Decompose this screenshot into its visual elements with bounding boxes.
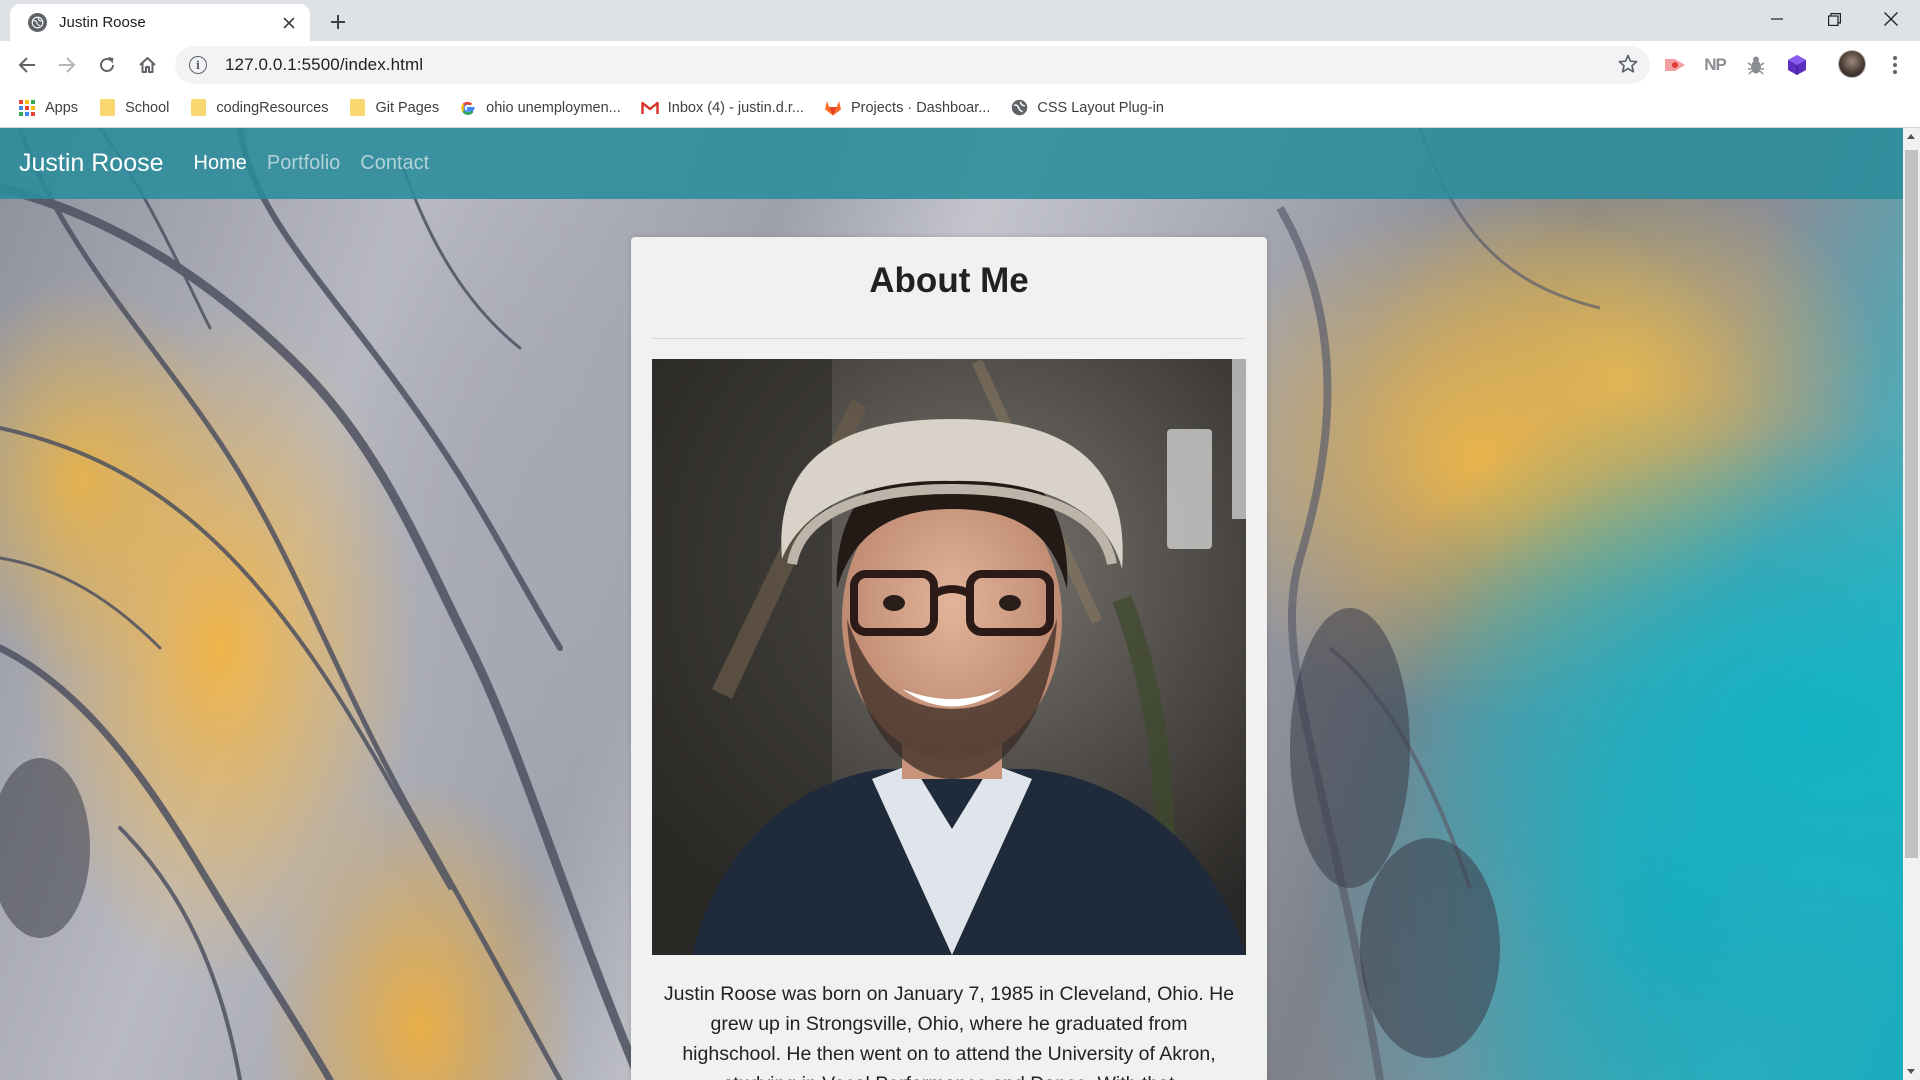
globe-icon (28, 13, 47, 32)
address-url: 127.0.0.1:5500/index.html (225, 55, 424, 74)
close-window-icon[interactable] (1862, 0, 1920, 38)
bookmarks-bar: Apps School codingResources Git Pages oh… (0, 88, 1920, 128)
page-viewport: Justin Roose Home Portfolio Contact Abou… (0, 128, 1903, 1080)
reload-icon[interactable] (91, 49, 123, 81)
apps-grid-icon (18, 99, 36, 117)
gmail-icon (641, 99, 659, 117)
site-brand[interactable]: Justin Roose (19, 149, 164, 178)
bug-extension-icon[interactable] (1741, 50, 1771, 80)
restore-icon[interactable] (1805, 0, 1863, 38)
bookmark-label: codingResources (216, 99, 329, 116)
nav-home[interactable]: Home (194, 152, 247, 175)
close-tab-icon[interactable] (278, 12, 300, 34)
bookmark-school[interactable]: School (98, 93, 169, 123)
bookmark-coding-resources[interactable]: codingResources (189, 93, 328, 123)
scrollbar-thumb[interactable] (1905, 150, 1918, 858)
home-icon[interactable] (131, 49, 163, 81)
globe-icon (1010, 99, 1028, 117)
site-info-icon[interactable]: i (189, 56, 207, 74)
menu-kebab-icon[interactable] (1885, 54, 1905, 76)
bookmark-apps[interactable]: Apps (18, 93, 78, 123)
browser-toolbar: i 127.0.0.1:5500/index.html NP (0, 41, 1920, 88)
new-tab-icon[interactable] (325, 9, 351, 35)
bookmark-label: Git Pages (375, 99, 440, 116)
tab-strip: Justin Roose (0, 0, 1920, 41)
scroll-up-arrow-icon[interactable] (1907, 134, 1915, 139)
portrait-photo (652, 359, 1246, 955)
cast-extension-icon[interactable] (1660, 50, 1690, 80)
title-divider (652, 338, 1246, 339)
cube-extension-icon[interactable] (1782, 50, 1812, 80)
nav-portfolio[interactable]: Portfolio (267, 152, 340, 175)
profile-avatar[interactable] (1838, 50, 1866, 78)
folder-icon (348, 99, 366, 117)
bookmark-ohio-unemployment[interactable]: ohio unemploymen... (459, 93, 621, 123)
folder-icon (98, 99, 116, 117)
forward-icon[interactable] (51, 49, 83, 81)
bookmark-git-pages[interactable]: Git Pages (348, 93, 439, 123)
nav-contact[interactable]: Contact (360, 152, 429, 175)
folder-icon (189, 99, 207, 117)
back-icon[interactable] (11, 49, 43, 81)
bookmark-inbox[interactable]: Inbox (4) - justin.d.r... (641, 93, 804, 123)
bookmark-label: School (125, 99, 170, 116)
site-navbar: Justin Roose Home Portfolio Contact (0, 128, 1903, 199)
page-scrollbar[interactable] (1903, 128, 1920, 1080)
gitlab-icon (824, 99, 842, 117)
bookmark-projects[interactable]: Projects · Dashboar... (824, 93, 990, 123)
address-bar[interactable]: i 127.0.0.1:5500/index.html (175, 46, 1650, 84)
scroll-down-arrow-icon[interactable] (1907, 1069, 1915, 1074)
bookmark-label: CSS Layout Plug-in (1037, 99, 1164, 116)
bookmark-label: Projects · Dashboar... (850, 99, 991, 116)
browser-tab[interactable]: Justin Roose (10, 4, 310, 41)
bookmark-star-icon[interactable] (1618, 54, 1638, 79)
bookmark-label: Inbox (4) - justin.d.r... (667, 99, 804, 116)
google-icon (459, 99, 477, 117)
tab-title: Justin Roose (59, 14, 146, 31)
about-card: About Me Justin Roose was born on Januar… (631, 237, 1267, 1080)
bookmark-label: ohio unemploymen... (486, 99, 621, 116)
minimize-icon[interactable] (1748, 0, 1806, 38)
about-title: About Me (869, 261, 1029, 300)
bookmark-label: Apps (45, 99, 79, 116)
bookmark-css-layout[interactable]: CSS Layout Plug-in (1010, 93, 1164, 123)
about-bio: Justin Roose was born on January 7, 1985… (663, 983, 1235, 1080)
np-extension-icon[interactable]: NP (1700, 50, 1730, 80)
